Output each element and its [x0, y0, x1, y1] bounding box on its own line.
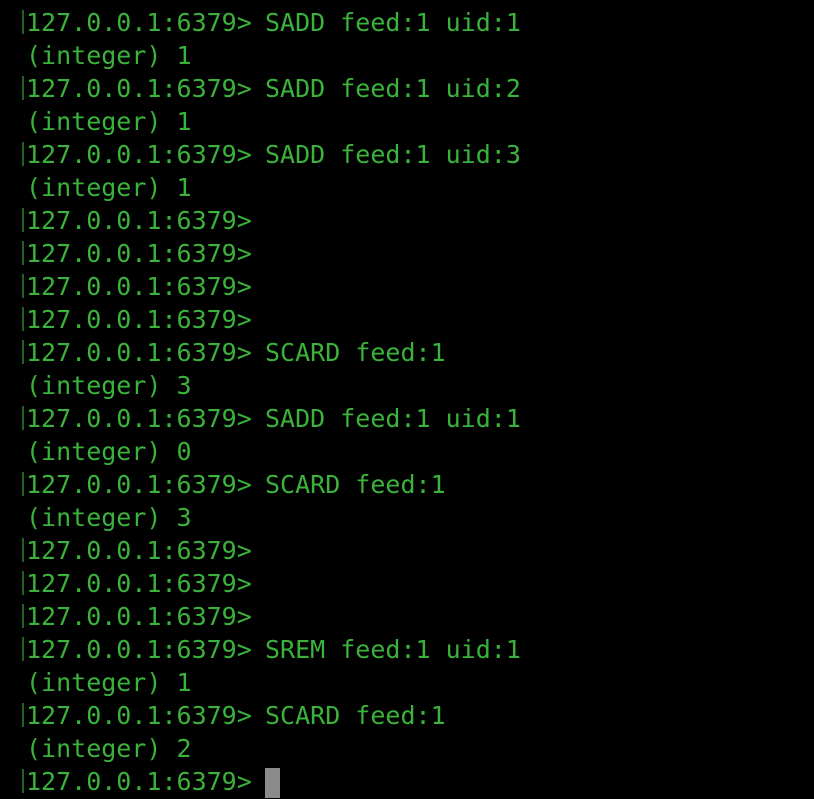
prompt-text: 127.0.0.1:6379> [26, 338, 252, 367]
prompt-text: 127.0.0.1:6379> [26, 635, 252, 664]
output-text: (integer) 1 [26, 41, 192, 70]
prompt-line: 127.0.0.1:6379> SADD feed:1 uid:3 [0, 138, 814, 171]
prompt-line: 127.0.0.1:6379> SCARD feed:1 [0, 336, 814, 369]
output-line: (integer) 1 [0, 666, 814, 699]
prompt-line: 127.0.0.1:6379> [0, 600, 814, 633]
prompt-line: 127.0.0.1:6379> [0, 270, 814, 303]
output-line: (integer) 1 [0, 105, 814, 138]
prompt-text: 127.0.0.1:6379> [26, 536, 252, 565]
output-line: (integer) 1 [0, 171, 814, 204]
text-cursor[interactable] [265, 768, 280, 798]
output-line: (integer) 2 [0, 732, 814, 765]
output-line: (integer) 3 [0, 369, 814, 402]
prompt-text: 127.0.0.1:6379> [26, 74, 252, 103]
prompt-text: 127.0.0.1:6379> [26, 140, 252, 169]
command-text: SCARD feed:1 [265, 701, 446, 730]
prompt-line: 127.0.0.1:6379> SADD feed:1 uid:1 [0, 402, 814, 435]
command-text: SREM feed:1 uid:1 [265, 635, 521, 664]
prompt-text: 127.0.0.1:6379> [26, 569, 252, 598]
prompt-line: 127.0.0.1:6379> [0, 303, 814, 336]
prompt-line: 127.0.0.1:6379> SADD feed:1 uid:1 [0, 6, 814, 39]
command-text: SADD feed:1 uid:1 [265, 404, 521, 433]
prompt-text: 127.0.0.1:6379> [26, 305, 252, 334]
prompt-line: 127.0.0.1:6379> SREM feed:1 uid:1 [0, 633, 814, 666]
prompt-line: 127.0.0.1:6379> [0, 765, 814, 798]
prompt-line: 127.0.0.1:6379> SADD feed:1 uid:2 [0, 72, 814, 105]
prompt-line: 127.0.0.1:6379> [0, 204, 814, 237]
output-text: (integer) 1 [26, 173, 192, 202]
command-text: SADD feed:1 uid:2 [265, 74, 521, 103]
output-text: (integer) 1 [26, 107, 192, 136]
output-line: (integer) 0 [0, 435, 814, 468]
prompt-text: 127.0.0.1:6379> [26, 8, 252, 37]
prompt-text: 127.0.0.1:6379> [26, 470, 252, 499]
prompt-text: 127.0.0.1:6379> [26, 602, 252, 631]
output-text: (integer) 3 [26, 371, 192, 400]
prompt-text: 127.0.0.1:6379> [26, 404, 252, 433]
prompt-text: 127.0.0.1:6379> [26, 272, 252, 301]
prompt-text: 127.0.0.1:6379> [26, 701, 252, 730]
output-line: (integer) 3 [0, 501, 814, 534]
output-text: (integer) 2 [26, 734, 192, 763]
output-line: (integer) 1 [0, 39, 814, 72]
command-text: SCARD feed:1 [265, 470, 446, 499]
output-text: (integer) 1 [26, 668, 192, 697]
prompt-line: 127.0.0.1:6379> SCARD feed:1 [0, 699, 814, 732]
prompt-line: 127.0.0.1:6379> [0, 237, 814, 270]
prompt-line: 127.0.0.1:6379> [0, 567, 814, 600]
command-text: SCARD feed:1 [265, 338, 446, 367]
prompt-text: 127.0.0.1:6379> [26, 206, 252, 235]
prompt-line: 127.0.0.1:6379> SCARD feed:1 [0, 468, 814, 501]
command-text: SADD feed:1 uid:3 [265, 140, 521, 169]
prompt-text: 127.0.0.1:6379> [26, 767, 252, 796]
output-text: (integer) 3 [26, 503, 192, 532]
output-text: (integer) 0 [26, 437, 192, 466]
prompt-text: 127.0.0.1:6379> [26, 239, 252, 268]
prompt-line: 127.0.0.1:6379> [0, 534, 814, 567]
terminal-window[interactable]: 127.0.0.1:6379> SADD feed:1 uid:1 (integer… [0, 0, 814, 799]
command-text: SADD feed:1 uid:1 [265, 8, 521, 37]
